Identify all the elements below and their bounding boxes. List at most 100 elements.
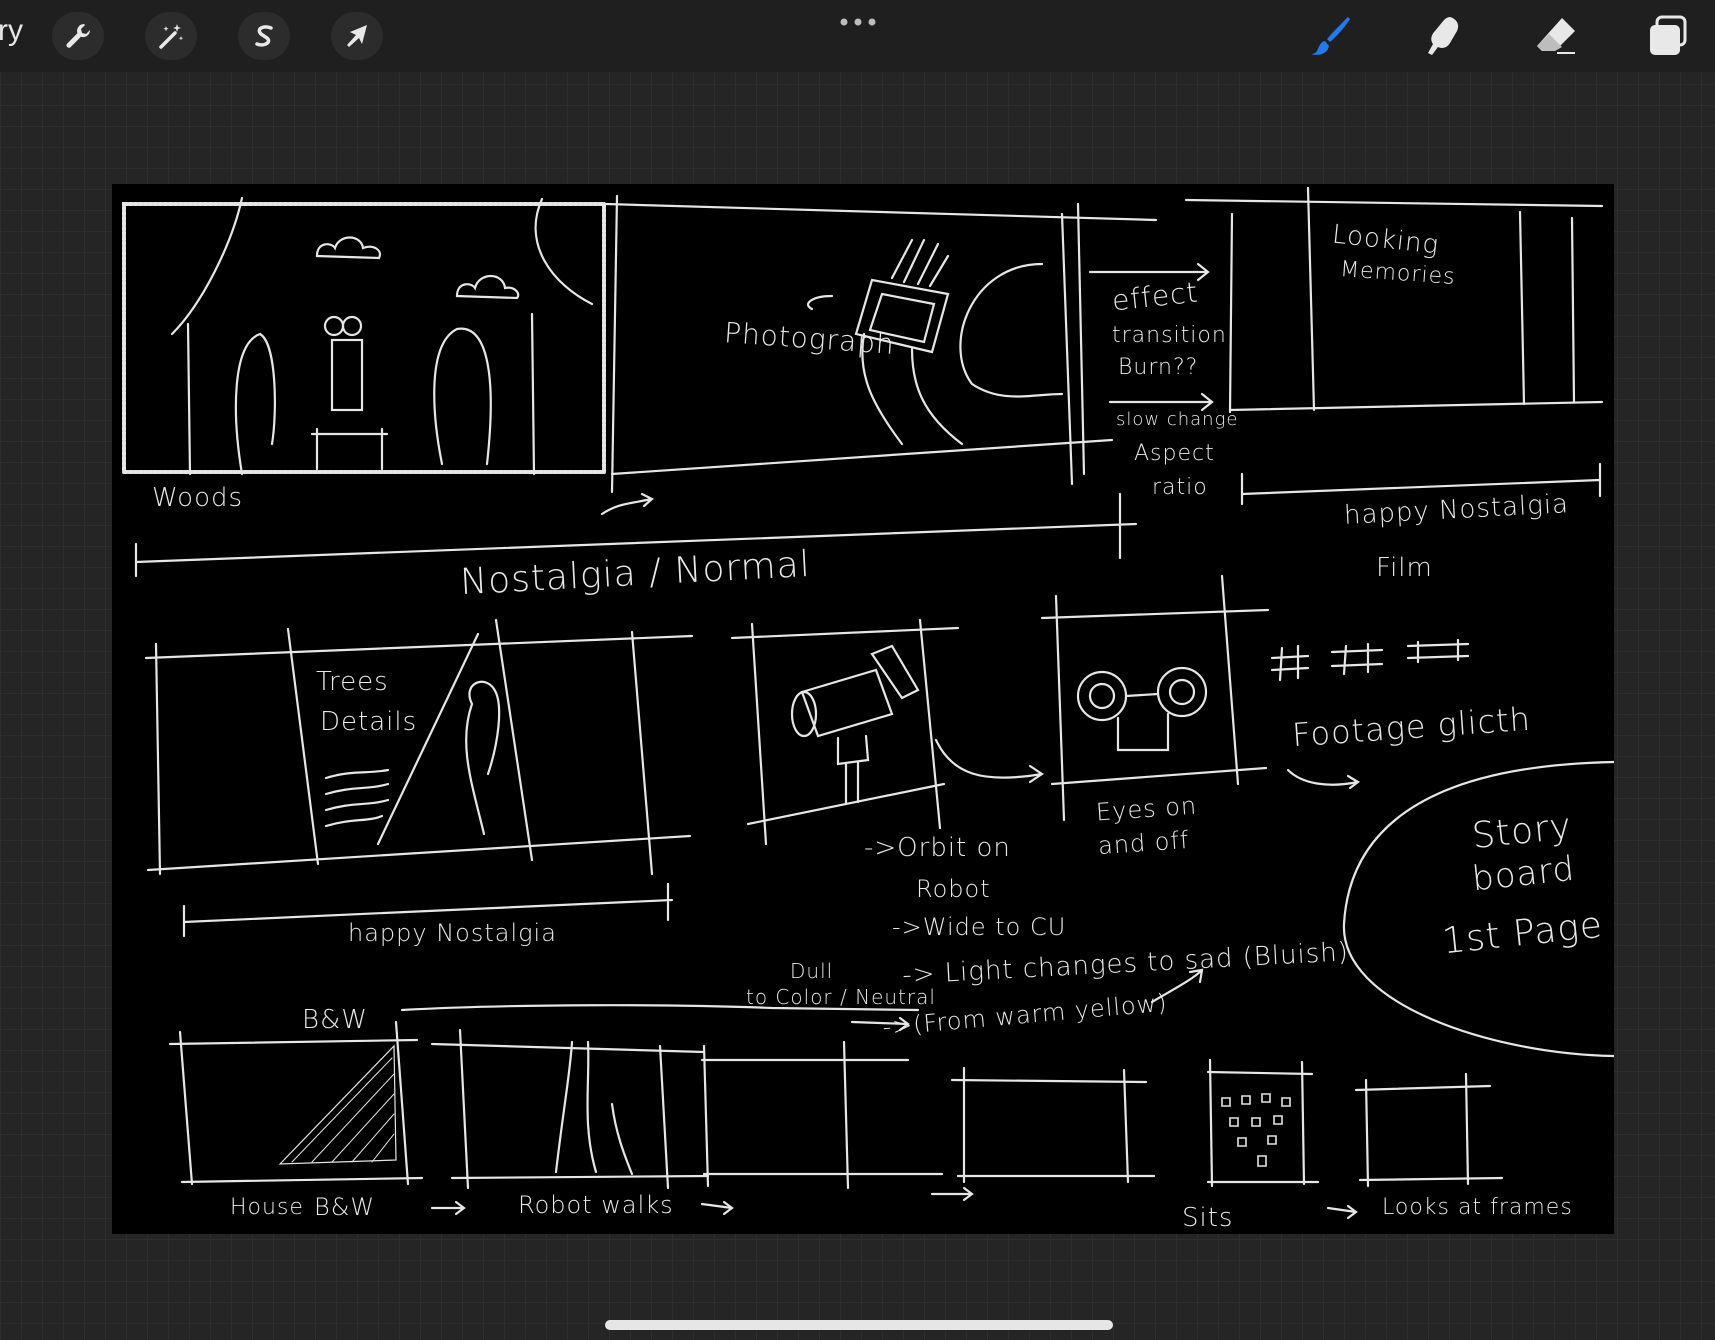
sketch-line: [1358, 1176, 1504, 1182]
sketch-line: [604, 202, 1158, 222]
layers-icon: [1650, 15, 1687, 55]
woods-label: Woods: [152, 483, 244, 513]
sketch-line: [1040, 608, 1270, 620]
drawing-canvas[interactable]: Woods Photograph effect transition Burn?…: [112, 184, 1614, 1234]
ratio-label: ratio: [1152, 475, 1208, 500]
robot-eye-drawing: [1088, 682, 1116, 710]
procreate-app: ry Woods Photograph effect transition Bu…: [0, 0, 1715, 1340]
tree-drawing: [433, 327, 492, 466]
sketch-line: [918, 618, 942, 830]
selection-s-icon: [255, 25, 273, 47]
camera-flap-drawing: [870, 644, 920, 700]
and-off-label: and off: [1097, 825, 1191, 861]
sketch-line: [430, 1042, 706, 1054]
arrow-drawing: [930, 1186, 974, 1202]
slow-change-label: slow change: [1116, 409, 1239, 430]
sketch-line: [494, 618, 534, 862]
sketch-line: [1208, 1058, 1214, 1188]
sketch-line: [730, 626, 960, 640]
transform-button[interactable]: [331, 12, 383, 60]
sketch-line: [144, 634, 694, 660]
sketch-line: [1050, 766, 1268, 786]
sketch-line: [450, 1174, 710, 1180]
sketch-line: [1306, 186, 1316, 412]
sketch-line: [170, 196, 244, 336]
smudge-button[interactable]: [1417, 10, 1469, 62]
happy-nostalgia-label: happy Nostalgia: [348, 919, 557, 947]
dull-label: Dull: [790, 959, 834, 983]
selection-button[interactable]: [238, 12, 290, 60]
brush-button[interactable]: [1305, 10, 1357, 62]
adjustments-button[interactable]: [145, 12, 197, 60]
sketch-line: [1228, 212, 1234, 414]
eraser-icon: [1537, 18, 1575, 54]
glitch-drawing: [1330, 642, 1384, 676]
smudge-finger-icon: [1428, 17, 1459, 55]
robot-head-drawing: [1116, 712, 1170, 752]
looks-at-frames-label: Looks at frames: [1382, 1195, 1573, 1220]
details-label: Details: [320, 707, 418, 737]
arrow-drawing: [1286, 768, 1360, 790]
house-bw-label: B&W: [314, 1193, 376, 1221]
more-dots-icon[interactable]: [838, 16, 878, 28]
sketch-line: [178, 1030, 194, 1186]
hand-drawing: [890, 238, 950, 288]
sketch-line: [186, 322, 192, 476]
eraser-button[interactable]: [1530, 10, 1582, 62]
arrow-cursor-icon: [347, 25, 367, 47]
gallery-button[interactable]: ry: [0, 14, 23, 48]
hatching-drawing: [291, 1057, 395, 1163]
sketch-line: [1220, 574, 1240, 786]
wrench-icon: [66, 24, 91, 48]
arrow-drawing: [1108, 392, 1214, 412]
sketch-line: [1570, 216, 1576, 404]
sketch-line: [1464, 1072, 1470, 1186]
sketch-line: [394, 1020, 410, 1186]
wide-to-cu-label: ->Wide to CU: [892, 913, 1067, 941]
tree-drawing: [465, 680, 501, 836]
brush-icon: [1311, 17, 1350, 55]
bench-drawing: [310, 427, 389, 471]
robot-eye-drawing: [1156, 666, 1208, 718]
camera-stand-drawing: [836, 734, 870, 806]
sketch-line: [146, 834, 692, 872]
robot-eye-drawing: [323, 315, 345, 337]
aspect-label: Aspect: [1134, 441, 1215, 466]
home-indicator[interactable]: [605, 1320, 1113, 1330]
sketch-line: [376, 632, 480, 846]
sketch-line: [750, 622, 768, 846]
arrow-drawing: [806, 294, 834, 311]
transition-label: transition: [1112, 323, 1227, 348]
sketch-line: [1300, 1060, 1306, 1186]
sits-label: Sits: [1182, 1203, 1234, 1233]
sketch-line: [702, 1044, 710, 1188]
top-toolbar: ry: [0, 0, 1715, 72]
arrow-drawing: [700, 1200, 734, 1216]
tree-drawing: [234, 332, 276, 476]
sketch-line: [1228, 400, 1604, 412]
actions-button[interactable]: [52, 12, 104, 60]
sketch-line: [959, 262, 1064, 398]
hatching-drawing: [278, 1044, 397, 1165]
sketch-line: [1124, 692, 1160, 698]
glitch-drawing: [1406, 638, 1470, 664]
sketch-line: [842, 1040, 850, 1190]
arrow-drawing: [600, 492, 654, 516]
orbit-label: ->Orbit on: [864, 833, 1011, 863]
robot-eye-drawing: [1076, 670, 1128, 722]
sketch-line: [1518, 210, 1526, 406]
sketch-line: [534, 197, 594, 306]
layers-button[interactable]: [1642, 10, 1694, 62]
sketch-line: [286, 627, 320, 866]
robot-walking-drawing: [554, 1040, 634, 1176]
sketch-line: [1206, 1070, 1314, 1076]
sketch-line: [950, 1078, 1148, 1084]
burn-label: Burn??: [1118, 355, 1199, 380]
sketch-line: [1076, 202, 1086, 476]
sketch-line: [154, 642, 162, 876]
arrow-drawing: [934, 738, 1044, 784]
sketch-line: [458, 1028, 470, 1190]
glitch-drawing: [1270, 644, 1310, 682]
arrow-drawing: [430, 1200, 466, 1216]
cloud-drawing: [455, 274, 520, 300]
